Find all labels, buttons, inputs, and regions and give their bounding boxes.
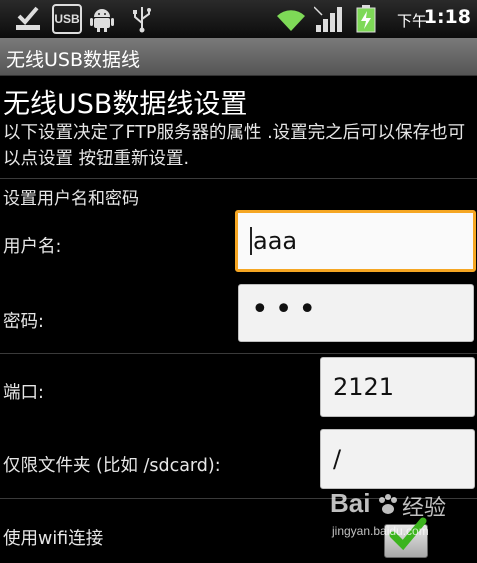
- status-ampm: 下午: [396, 12, 427, 30]
- port-value: 2121: [333, 373, 395, 401]
- usb-debug-icon: USB: [52, 4, 82, 34]
- username-label: 用户名:: [3, 237, 62, 257]
- port-field[interactable]: 2121: [320, 357, 475, 417]
- watermark-brand-suffix: 经验: [402, 496, 447, 521]
- battery-charging-icon: [356, 5, 376, 33]
- username-value: aaa: [253, 227, 298, 255]
- app-title-bar: 无线USB数据线: [0, 38, 477, 76]
- watermark-url: jingyan.baidu.com: [332, 524, 429, 538]
- usb-debug-label: USB: [54, 12, 80, 26]
- text-caret: [250, 227, 252, 255]
- password-field[interactable]: •••: [238, 284, 474, 342]
- wifi-icon: [277, 10, 305, 31]
- download-done-icon: [16, 6, 40, 30]
- divider: [0, 353, 477, 354]
- wifi-label: 使用wifi连接: [3, 529, 104, 549]
- password-label: 密码:: [3, 312, 44, 332]
- status-bar: USB 下午 1:18: [0, 0, 477, 38]
- password-value: •••: [251, 292, 323, 327]
- folder-value: /: [333, 445, 342, 473]
- folder-label: 仅限文件夹 (比如 /sdcard):: [3, 456, 221, 476]
- port-label: 端口:: [3, 383, 44, 403]
- usb-connection-icon: [133, 7, 151, 33]
- divider: [0, 178, 477, 179]
- signal-icon: [314, 6, 342, 32]
- baidu-watermark: Bai 经验 jingyan.baidu.com: [330, 488, 475, 548]
- paw-icon: [379, 494, 397, 514]
- watermark-brand: Bai: [330, 488, 371, 518]
- section-title-credentials: 设置用户名和密码: [3, 189, 139, 209]
- username-field[interactable]: aaa: [235, 210, 476, 272]
- android-icon: [90, 9, 114, 32]
- status-time: 1:18: [423, 6, 471, 28]
- page-title: 无线USB数据线设置: [3, 89, 248, 120]
- page-description: 以下设置决定了FTP服务器的属性 .设置完之后可以保存也可以点设置 按钮重新设置…: [3, 123, 466, 169]
- folder-field[interactable]: /: [320, 429, 475, 489]
- app-title: 无线USB数据线: [6, 49, 141, 71]
